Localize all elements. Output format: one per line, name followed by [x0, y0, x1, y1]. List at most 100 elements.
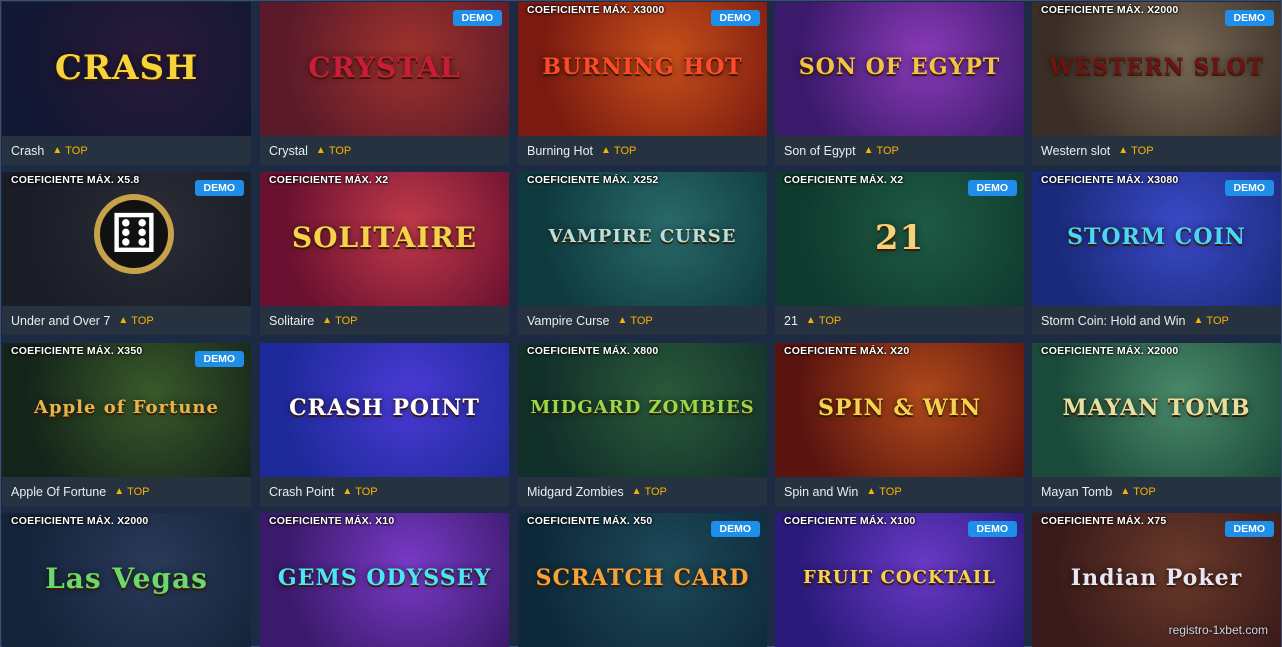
game-card[interactable]: SPIN & WIN COEFICIENTE MÁX. X20 Spin and W…: [775, 343, 1024, 506]
top-badge-label: TOP: [876, 144, 899, 157]
game-thumbnail[interactable]: STORM COIN COEFICIENTE MÁX. X3080 DEMO: [1032, 172, 1281, 306]
max-coefficient-label: COEFICIENTE MÁX. X2000: [11, 515, 149, 527]
game-card[interactable]: WESTERN SLOT COEFICIENTE MÁX. X2000 DEMO We…: [1032, 2, 1281, 165]
game-thumbnail[interactable]: Las Vegas COEFICIENTE MÁX. X2000: [2, 513, 251, 647]
game-logo: MAYAN TOMB: [1062, 395, 1251, 421]
game-thumbnail[interactable]: Apple of Fortune COEFICIENTE MÁX. X350 DEM…: [2, 343, 251, 477]
demo-button[interactable]: DEMO: [710, 521, 760, 537]
game-logo: SON OF EGYPT: [798, 54, 1001, 80]
game-card[interactable]: CRYSTAL DEMO Crystal ▲ TOP: [260, 2, 509, 165]
top-badge: ▲ TOP: [342, 486, 377, 498]
flame-icon: ▲: [114, 486, 125, 497]
top-badge: ▲ TOP: [864, 145, 899, 157]
game-card[interactable]: Apple of Fortune COEFICIENTE MÁX. X350 DEM…: [2, 343, 251, 506]
max-coefficient-label: COEFICIENTE MÁX. X2: [784, 174, 904, 186]
game-card[interactable]: FRUIT COCKTAIL COEFICIENTE MÁX. X100 DEMO: [775, 513, 1024, 647]
game-card[interactable]: SON OF EGYPT Son of Egypt ▲ TOP: [775, 2, 1024, 165]
max-coefficient-label: COEFICIENTE MÁX. X100: [784, 515, 916, 527]
game-thumbnail[interactable]: 21 COEFICIENTE MÁX. X2 DEMO: [775, 172, 1024, 306]
top-badge-label: TOP: [328, 144, 352, 157]
game-thumbnail[interactable]: CRASH: [2, 2, 251, 136]
game-logo: SOLITAIRE: [291, 221, 478, 254]
game-info-bar[interactable]: Son of Egypt ▲ TOP: [775, 136, 1024, 165]
game-card[interactable]: CRASH POINT Crash Point ▲ TOP: [260, 343, 509, 506]
game-logo: GEMS ODYSSEY: [277, 565, 492, 591]
game-info-bar[interactable]: Mayan Tomb ▲ TOP: [1032, 477, 1281, 506]
demo-button[interactable]: DEMO: [967, 521, 1017, 537]
game-thumbnail[interactable]: SON OF EGYPT: [775, 2, 1024, 136]
game-card[interactable]: GEMS ODYSSEY COEFICIENTE MÁX. X10: [260, 513, 509, 647]
flame-icon: ▲: [322, 315, 333, 326]
game-info-bar[interactable]: Midgard Zombies ▲ TOP: [518, 477, 767, 506]
game-thumbnail[interactable]: MAYAN TOMB COEFICIENTE MÁX. X2000: [1032, 343, 1281, 477]
game-thumbnail[interactable]: MIDGARD ZOMBIES COEFICIENTE MÁX. X800: [518, 343, 767, 477]
game-title: Apple Of Fortune: [11, 484, 107, 499]
game-logo: FRUIT COCKTAIL: [803, 567, 996, 588]
game-thumbnail[interactable]: VAMPIRE CURSE COEFICIENTE MÁX. X252: [518, 172, 767, 306]
game-thumbnail[interactable]: WESTERN SLOT COEFICIENTE MÁX. X2000 DEMO: [1032, 2, 1281, 136]
game-info-bar[interactable]: 21 ▲ TOP: [775, 306, 1024, 335]
demo-button[interactable]: DEMO: [967, 180, 1017, 196]
game-title: Mayan Tomb: [1041, 484, 1113, 499]
game-info-bar[interactable]: Storm Coin: Hold and Win ▲ TOP: [1032, 306, 1281, 335]
demo-button[interactable]: DEMO: [1224, 10, 1274, 26]
top-badge: ▲ TOP: [316, 145, 351, 157]
game-info-bar[interactable]: Burning Hot ▲ TOP: [518, 136, 767, 165]
game-card[interactable]: SCRATCH CARD COEFICIENTE MÁX. X50 DEMO: [518, 513, 767, 647]
game-thumbnail[interactable]: GEMS ODYSSEY COEFICIENTE MÁX. X10: [260, 513, 509, 647]
top-badge: ▲ TOP: [52, 145, 87, 157]
max-coefficient-label: COEFICIENTE MÁX. X2000: [1041, 345, 1179, 357]
max-coefficient-label: COEFICIENTE MÁX. X75: [1041, 515, 1167, 527]
top-badge-label: TOP: [335, 314, 358, 327]
demo-button[interactable]: DEMO: [710, 10, 760, 26]
game-info-bar[interactable]: Solitaire ▲ TOP: [260, 306, 509, 335]
max-coefficient-label: COEFICIENTE MÁX. X2000: [1041, 4, 1179, 16]
game-card[interactable]: ⚅ COEFICIENTE MÁX. X5.8 DEMO Under and Over…: [2, 172, 251, 335]
game-card[interactable]: MIDGARD ZOMBIES COEFICIENTE MÁX. X800 Midg…: [518, 343, 767, 506]
game-info-bar[interactable]: Apple Of Fortune ▲ TOP: [2, 477, 251, 506]
game-thumbnail[interactable]: SCRATCH CARD COEFICIENTE MÁX. X50 DEMO: [518, 513, 767, 647]
game-thumbnail[interactable]: SOLITAIRE COEFICIENTE MÁX. X2: [260, 172, 509, 306]
game-card[interactable]: Las Vegas COEFICIENTE MÁX. X2000: [2, 513, 251, 647]
game-logo: Apple of Fortune: [34, 397, 219, 418]
top-badge-label: TOP: [613, 144, 637, 157]
game-title: Son of Egypt: [784, 143, 856, 158]
flame-icon: ▲: [617, 315, 628, 326]
game-card[interactable]: 21 COEFICIENTE MÁX. X2 DEMO 21 ▲ TOP: [775, 172, 1024, 335]
game-logo: VAMPIRE CURSE: [548, 226, 737, 247]
demo-button[interactable]: DEMO: [1224, 180, 1274, 196]
demo-button[interactable]: DEMO: [194, 351, 244, 367]
game-card[interactable]: BURNING HOT COEFICIENTE MÁX. X3000 DEMO Bur…: [518, 2, 767, 165]
max-coefficient-label: COEFICIENTE MÁX. X800: [527, 345, 659, 357]
flame-icon: ▲: [805, 315, 816, 326]
flame-icon: ▲: [1120, 486, 1131, 497]
game-card[interactable]: STORM COIN COEFICIENTE MÁX. X3080 DEMO Stor…: [1032, 172, 1281, 335]
game-title: Vampire Curse: [527, 313, 610, 328]
game-info-bar[interactable]: Crash ▲ TOP: [2, 136, 251, 165]
game-info-bar[interactable]: Spin and Win ▲ TOP: [775, 477, 1024, 506]
flame-icon: ▲: [601, 145, 611, 156]
game-thumbnail[interactable]: CRYSTAL DEMO: [260, 2, 509, 136]
game-info-bar[interactable]: Western slot ▲ TOP: [1032, 136, 1281, 165]
game-title: Spin and Win: [784, 484, 859, 499]
top-badge: ▲ TOP: [114, 486, 149, 498]
demo-button[interactable]: DEMO: [194, 180, 244, 196]
game-card[interactable]: VAMPIRE CURSE COEFICIENTE MÁX. X252 Vampir…: [518, 172, 767, 335]
demo-button[interactable]: DEMO: [452, 10, 502, 26]
game-thumbnail[interactable]: CRASH POINT: [260, 343, 509, 477]
flame-icon: ▲: [1193, 315, 1204, 326]
game-info-bar[interactable]: Crash Point ▲ TOP: [260, 477, 509, 506]
game-card[interactable]: CRASH Crash ▲ TOP: [2, 2, 251, 165]
game-card[interactable]: MAYAN TOMB COEFICIENTE MÁX. X2000 Mayan To…: [1032, 343, 1281, 506]
game-thumbnail[interactable]: BURNING HOT COEFICIENTE MÁX. X3000 DEMO: [518, 2, 767, 136]
game-thumbnail[interactable]: ⚅ COEFICIENTE MÁX. X5.8 DEMO: [2, 172, 251, 306]
game-thumbnail[interactable]: FRUIT COCKTAIL COEFICIENTE MÁX. X100 DEMO: [775, 513, 1024, 647]
top-badge: ▲ TOP: [806, 315, 841, 327]
demo-button[interactable]: DEMO: [1224, 521, 1274, 537]
game-thumbnail[interactable]: SPIN & WIN COEFICIENTE MÁX. X20: [775, 343, 1024, 477]
game-info-bar[interactable]: Under and Over 7 ▲ TOP: [2, 306, 251, 335]
game-info-bar[interactable]: Vampire Curse ▲ TOP: [518, 306, 767, 335]
game-info-bar[interactable]: Crystal ▲ TOP: [260, 136, 509, 165]
game-card[interactable]: SOLITAIRE COEFICIENTE MÁX. X2 Solitaire ▲ TO…: [260, 172, 509, 335]
max-coefficient-label: COEFICIENTE MÁX. X50: [527, 515, 653, 527]
